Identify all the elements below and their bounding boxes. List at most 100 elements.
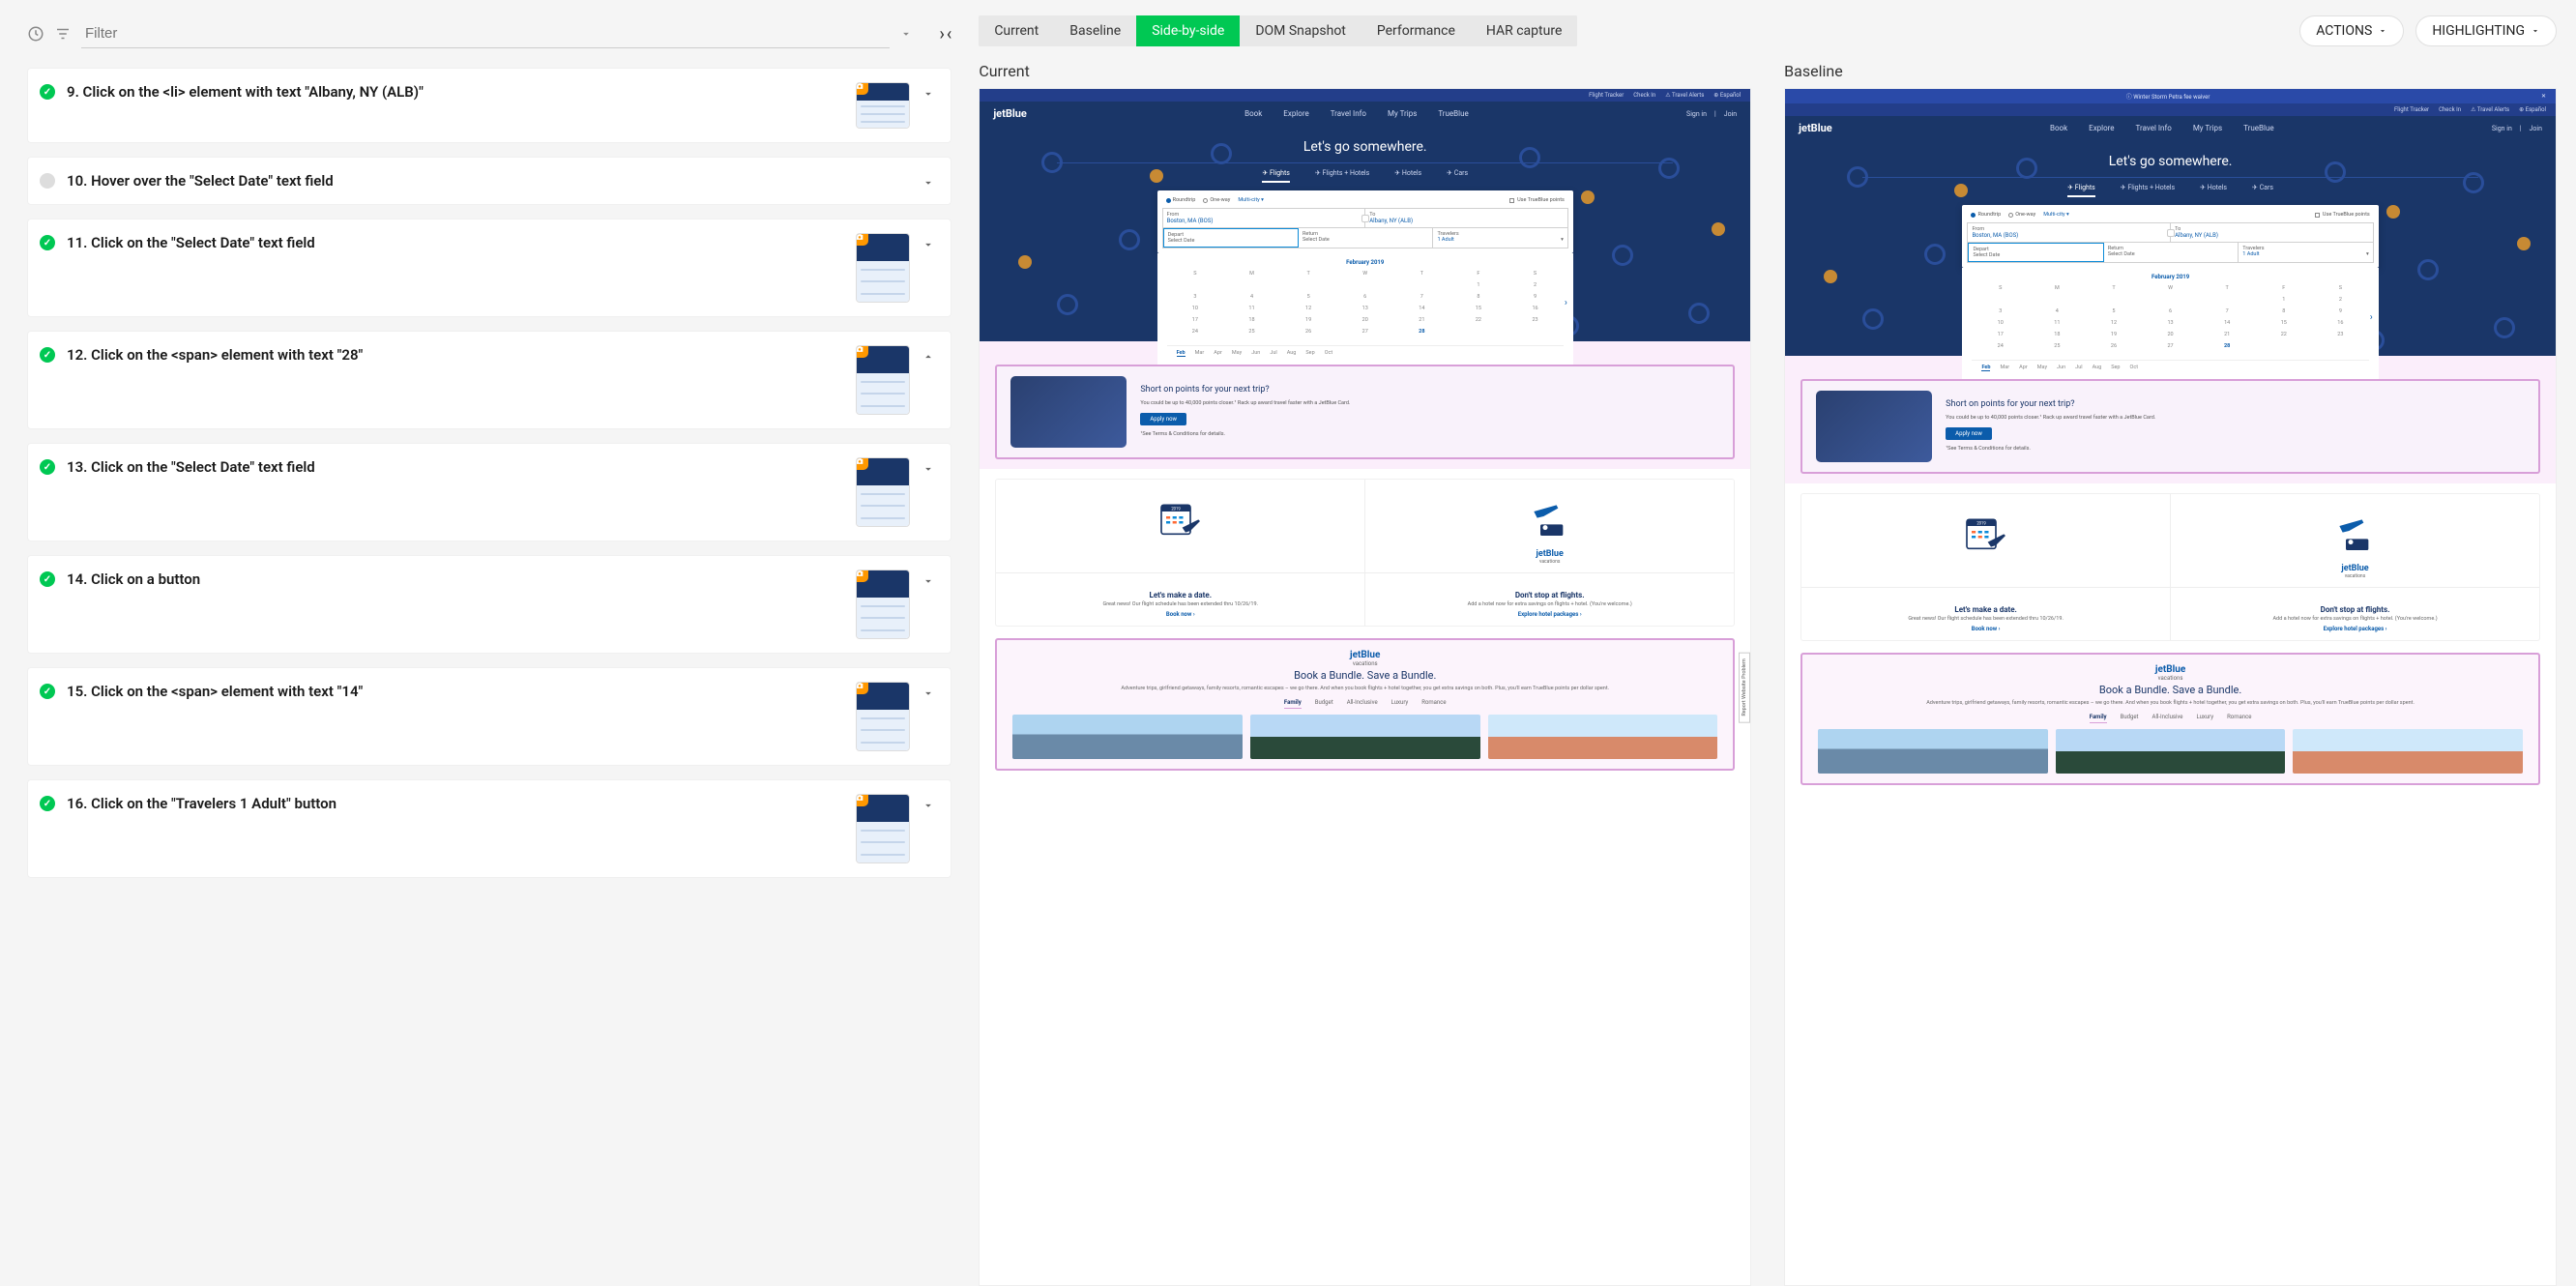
- jb-info-cards: 2019jetBluevacationsLet's make a date.Gr…: [995, 479, 1735, 627]
- actions-button[interactable]: ACTIONS: [2299, 15, 2404, 46]
- vacation-image: [1818, 729, 2048, 774]
- plane-bed-icon: [1526, 497, 1574, 545]
- left-panel: › ‹ 9. Click on the <li> element with te…: [0, 0, 979, 1286]
- tab-baseline[interactable]: Baseline: [1054, 15, 1136, 46]
- tab-performance[interactable]: Performance: [1361, 15, 1471, 46]
- compare-current: Current Flight TrackerCheck In⚠ Travel A…: [979, 62, 1751, 1286]
- join-link[interactable]: Join: [1724, 110, 1737, 118]
- jb-topbar: Flight TrackerCheck In⚠ Travel Alerts⊕ E…: [980, 89, 1750, 102]
- vacation-image: [1250, 715, 1480, 759]
- check-icon: [40, 796, 55, 811]
- step-thumbnail: [856, 794, 910, 863]
- svg-text:2019: 2019: [1171, 507, 1181, 511]
- top-buttons: ACTIONS HIGHLIGHTING: [2299, 15, 2557, 46]
- tab-dom-snapshot[interactable]: DOM Snapshot: [1240, 15, 1361, 46]
- jb-hero: Let's go somewhere. ✈ Flights✈ Flights + …: [1785, 140, 2556, 356]
- highlighting-button[interactable]: HIGHLIGHTING: [2415, 15, 2557, 46]
- step-thumbnail: [856, 233, 910, 303]
- jb-search-tabs: ✈ Flights✈ Flights + Hotels✈ Hotels✈ Car…: [1862, 177, 2478, 197]
- highlighting-label: HIGHLIGHTING: [2432, 23, 2525, 39]
- step-item[interactable]: 16. Click on the "Travelers 1 Adult" but…: [27, 779, 951, 878]
- filter-dropdown-icon[interactable]: [899, 27, 913, 41]
- chevron-down-icon[interactable]: [922, 175, 935, 189]
- filter-icon: [54, 25, 72, 43]
- explore-packages-link[interactable]: Explore hotel packages ›: [1518, 611, 1582, 618]
- tab-current[interactable]: Current: [979, 15, 1054, 46]
- close-icon[interactable]: ✕: [2541, 93, 2546, 100]
- apply-now-button[interactable]: Apply now: [1946, 427, 1992, 440]
- chevron-down-icon[interactable]: [922, 461, 935, 475]
- step-thumbnail: [856, 457, 910, 527]
- camera-icon: [856, 457, 868, 470]
- compare-current-title: Current: [979, 62, 1751, 80]
- step-item[interactable]: 9. Click on the <li> element with text "…: [27, 68, 951, 143]
- arrow-right-icon[interactable]: ›: [1565, 298, 1567, 308]
- step-text: 15. Click on the <span> element with tex…: [67, 682, 844, 701]
- step-item[interactable]: 11. Click on the "Select Date" text fiel…: [27, 219, 951, 317]
- camera-icon: [856, 682, 868, 694]
- join-link[interactable]: Join: [2530, 125, 2542, 132]
- apply-now-button[interactable]: Apply now: [1140, 413, 1186, 425]
- feedback-tab[interactable]: Report Website Problem: [1739, 652, 1750, 722]
- chevron-down-icon[interactable]: [922, 86, 935, 100]
- plane-bed-icon: [2331, 511, 2380, 560]
- chevron-down-icon[interactable]: [922, 798, 935, 811]
- book-now-link[interactable]: Book now ›: [1166, 611, 1195, 618]
- step-thumbnail: [856, 82, 910, 129]
- check-icon: [40, 571, 55, 587]
- jb-calendar: February 2019SMTWTFS12345678910111213141…: [1962, 268, 2378, 356]
- camera-icon: [856, 82, 868, 95]
- jb-nav: jetBlueBookExploreTravel InfoMy TripsTru…: [980, 102, 1750, 126]
- actions-label: ACTIONS: [2316, 23, 2372, 39]
- right-panel: CurrentBaselineSide-by-sideDOM SnapshotP…: [979, 0, 2576, 1286]
- step-item[interactable]: 10. Hover over the "Select Date" text fi…: [27, 157, 951, 205]
- calendar-plane-icon: 2019: [1156, 497, 1205, 545]
- jb-notice-bar: ⓘ Winter Storm Petra fee waiver✕: [1785, 89, 2556, 103]
- chevron-up-icon[interactable]: [922, 349, 935, 363]
- tab-side-by-side[interactable]: Side-by-side: [1136, 15, 1240, 46]
- step-item[interactable]: 14. Click on a button: [27, 555, 951, 654]
- jb-heading: Let's go somewhere.: [980, 139, 1750, 155]
- check-icon: [40, 235, 55, 250]
- chevron-down-icon[interactable]: [922, 686, 935, 699]
- credit-card-image: [1010, 376, 1127, 448]
- step-text: 11. Click on the "Select Date" text fiel…: [67, 233, 844, 252]
- camera-icon: [856, 345, 868, 358]
- step-text: 9. Click on the <li> element with text "…: [67, 82, 844, 102]
- jb-hero: Let's go somewhere.✈ Flights✈ Flights + …: [980, 126, 1750, 341]
- nav-chevrons: › ‹: [940, 24, 952, 44]
- vacation-image: [2293, 729, 2523, 774]
- step-thumbnail: [856, 345, 910, 415]
- filter-input[interactable]: [81, 19, 890, 48]
- compare-area: Current Flight TrackerCheck In⚠ Travel A…: [979, 62, 2557, 1286]
- step-item[interactable]: 12. Click on the <span> element with tex…: [27, 331, 951, 429]
- jb-info-cards: 2019jetBluevacationsLet's make a date.Gr…: [1800, 493, 2540, 641]
- step-item[interactable]: 13. Click on the "Select Date" text fiel…: [27, 443, 951, 541]
- jb-diff-region: FebMarAprMayJunJulAugSepOctShort on poin…: [1785, 356, 2556, 483]
- chevron-left-icon[interactable]: ‹: [947, 24, 951, 44]
- step-text: 10. Hover over the "Select Date" text fi…: [67, 171, 910, 190]
- step-text: 12. Click on the <span> element with tex…: [67, 345, 844, 365]
- jetblue-logo: jetBlue: [993, 107, 1027, 120]
- step-item[interactable]: 15. Click on the <span> element with tex…: [27, 667, 951, 766]
- chevron-down-icon[interactable]: [922, 237, 935, 250]
- signin-link[interactable]: Sign in: [2492, 125, 2512, 132]
- jb-page: Flight TrackerCheck In⚠ Travel Alerts⊕ E…: [980, 89, 1750, 771]
- step-thumbnail: [856, 682, 910, 751]
- check-icon: [40, 347, 55, 363]
- explore-packages-link[interactable]: Explore hotel packages ›: [2324, 626, 2387, 632]
- signin-link[interactable]: Sign in: [1686, 110, 1707, 118]
- caret-down-icon: [2531, 26, 2540, 36]
- jb-calendar: February 2019SMTWTFS12345678910111213141…: [1157, 253, 1573, 341]
- jb-heading: Let's go somewhere.: [1785, 154, 2556, 169]
- book-now-link[interactable]: Book now ›: [1972, 626, 2001, 632]
- chevron-down-icon[interactable]: [922, 573, 935, 587]
- tab-har-capture[interactable]: HAR capture: [1471, 15, 1577, 46]
- clock-icon: [27, 25, 44, 43]
- step-thumbnail: [856, 570, 910, 639]
- compare-baseline-title: Baseline: [1784, 62, 2557, 80]
- arrow-right-icon[interactable]: ›: [2370, 312, 2373, 323]
- screenshot-current[interactable]: Flight TrackerCheck In⚠ Travel Alerts⊕ E…: [979, 88, 1751, 1286]
- screenshot-baseline[interactable]: ⓘ Winter Storm Petra fee waiver✕Flight T…: [1784, 88, 2557, 1286]
- chevron-right-icon[interactable]: ›: [940, 24, 945, 44]
